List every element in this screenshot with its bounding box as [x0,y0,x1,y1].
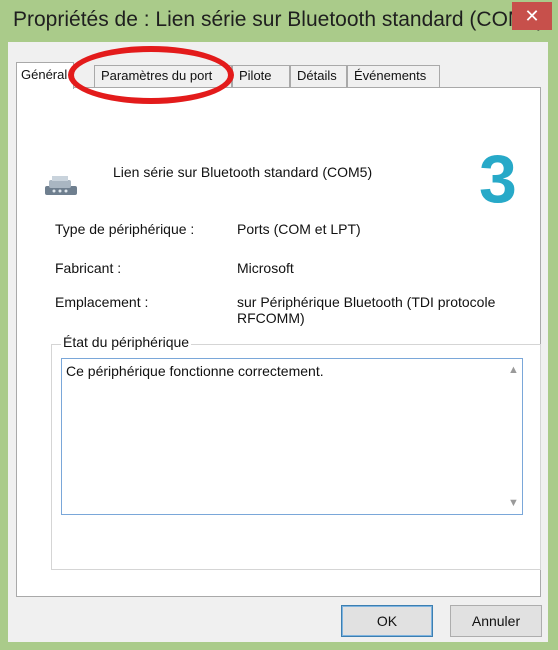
device-status-text: Ce périphérique fonctionne correctement. [66,363,324,379]
manufacturer-value: Microsoft [237,260,294,276]
properties-window: Propriétés de : Lien série sur Bluetooth… [0,0,558,650]
tab-panel-general: Lien série sur Bluetooth standard (COM5)… [16,87,541,597]
scroll-up-icon[interactable]: ▲ [507,363,520,377]
close-icon: ✕ [524,6,540,26]
title-bar[interactable]: Propriétés de : Lien série sur Bluetooth… [0,0,558,42]
location-value-line2: RFCOMM) [237,310,305,326]
location-value-line1: sur Périphérique Bluetooth (TDI protocol… [237,294,496,310]
dialog-body: Général Paramètres du port Pilote Détail… [8,42,548,642]
serial-port-icon [45,176,77,195]
device-status-title: État du périphérique [61,334,192,350]
tab-port-settings[interactable]: Paramètres du port [94,65,232,87]
device-type-value: Ports (COM et LPT) [237,221,361,237]
scroll-down-icon[interactable]: ▼ [507,496,520,510]
close-button[interactable]: ✕ [512,2,552,30]
device-status-textbox[interactable]: Ce périphérique fonctionne correctement.… [61,358,523,515]
window-title: Propriétés de : Lien série sur Bluetooth… [13,8,545,31]
ok-button[interactable]: OK [341,605,433,637]
manufacturer-label: Fabricant : [55,260,122,276]
status-scrollbar[interactable]: ▲ ▼ [505,359,522,514]
step-number-annotation: 3 [479,141,517,217]
tab-general[interactable]: Général [16,62,74,89]
location-label: Emplacement : [55,294,149,310]
tab-events[interactable]: Événements [347,65,440,87]
device-name: Lien série sur Bluetooth standard (COM5) [113,164,373,180]
device-type-label: Type de périphérique : [55,221,195,237]
tab-details[interactable]: Détails [290,65,347,87]
cancel-button[interactable]: Annuler [450,605,542,637]
tab-driver[interactable]: Pilote [232,65,290,87]
